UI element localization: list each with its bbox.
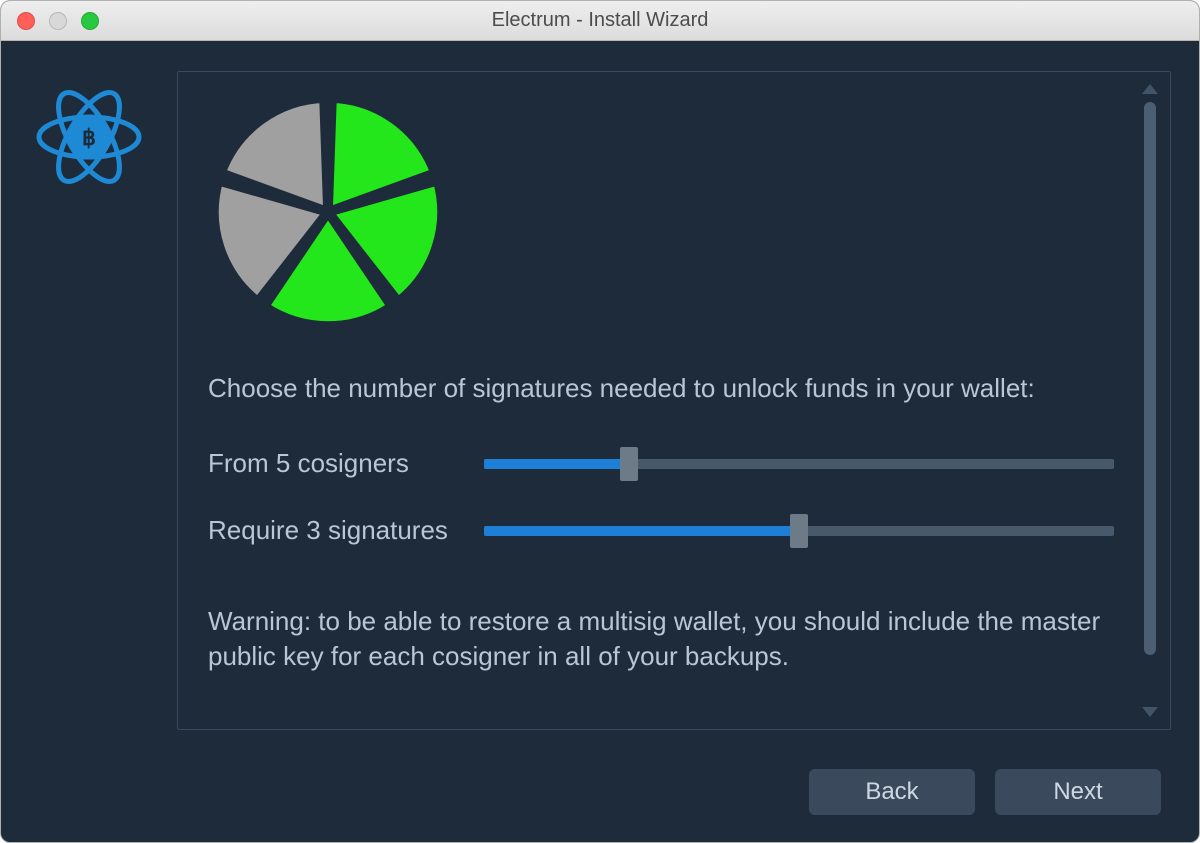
scrollbar-thumb[interactable]: [1144, 102, 1156, 655]
cosigners-label: From 5 cosigners: [208, 448, 484, 479]
slider-fill: [484, 526, 799, 536]
footer: Back Next: [29, 760, 1171, 824]
vertical-scrollbar[interactable]: [1142, 84, 1158, 717]
window-controls: [17, 12, 99, 30]
content-row: ฿ Choose the number of signatures needed…: [29, 71, 1171, 730]
back-button[interactable]: Back: [809, 769, 975, 815]
minimize-icon[interactable]: [49, 12, 67, 30]
signatures-row: Require 3 signatures: [208, 515, 1114, 546]
svg-text:฿: ฿: [82, 125, 96, 150]
warning-text: Warning: to be able to restore a multisi…: [208, 604, 1114, 674]
next-button[interactable]: Next: [995, 769, 1161, 815]
window-body: ฿ Choose the number of signatures needed…: [1, 41, 1199, 842]
window-title: Electrum - Install Wizard: [1, 9, 1199, 32]
zoom-icon[interactable]: [81, 12, 99, 30]
multisig-pie-chart: [208, 92, 1114, 337]
instructions-text: Choose the number of signatures needed t…: [208, 371, 1114, 406]
titlebar: Electrum - Install Wizard: [1, 1, 1199, 41]
signatures-slider[interactable]: [484, 519, 1114, 543]
scroll-up-icon[interactable]: [1142, 84, 1158, 94]
scrollbar-track[interactable]: [1144, 98, 1156, 703]
cosigners-row: From 5 cosigners: [208, 448, 1114, 479]
scroll-down-icon[interactable]: [1142, 707, 1158, 717]
slider-thumb[interactable]: [790, 514, 808, 548]
slider-thumb[interactable]: [620, 447, 638, 481]
panel-content: Choose the number of signatures needed t…: [190, 84, 1142, 717]
close-icon[interactable]: [17, 12, 35, 30]
main-panel: Choose the number of signatures needed t…: [177, 71, 1171, 730]
install-wizard-window: Electrum - Install Wizard ฿: [0, 0, 1200, 843]
slider-fill: [484, 459, 629, 469]
logo-column: ฿: [29, 71, 149, 730]
signatures-label: Require 3 signatures: [208, 515, 484, 546]
cosigners-slider[interactable]: [484, 452, 1114, 476]
electrum-logo-icon: ฿: [29, 77, 149, 202]
